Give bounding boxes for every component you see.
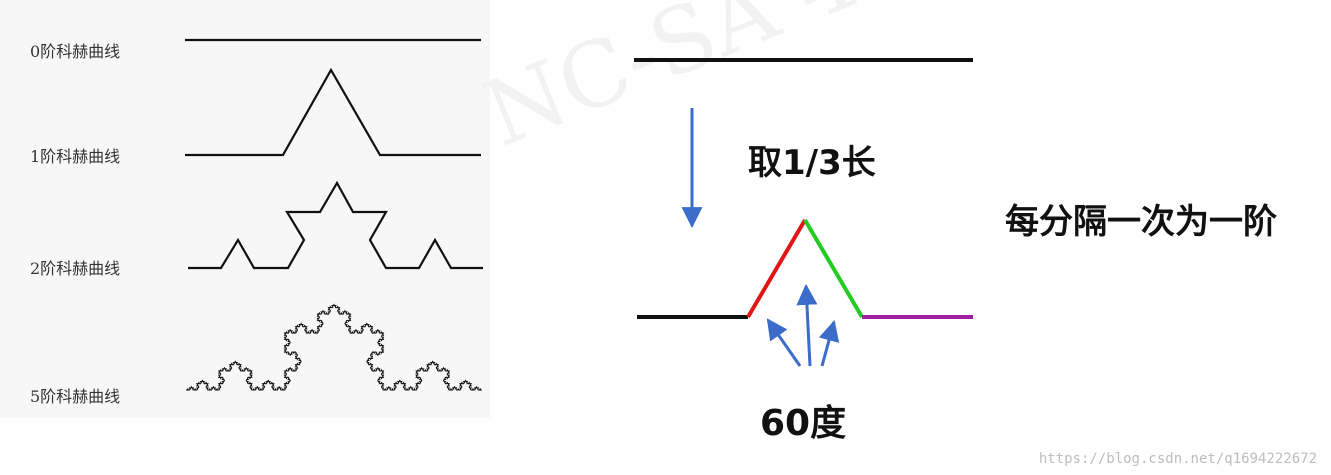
- angle-arrow-middle: [796, 283, 818, 367]
- site-url: https://blog.csdn.net/q1694222672: [1038, 451, 1317, 467]
- angle-arrow-right: [818, 319, 840, 367]
- angle-label: 60度: [760, 403, 847, 444]
- each-division-label: 每分隔一次为一阶: [1005, 202, 1277, 242]
- segment-fall-green: [803, 218, 864, 319]
- take-third-label: 取1/3长: [748, 143, 876, 183]
- angle-arrow-left: [766, 318, 802, 367]
- koch-level-2-curve: [188, 180, 483, 270]
- koch-level-1-curve: [185, 67, 481, 157]
- segment-rise-red: [746, 218, 807, 319]
- koch-level-5-curve: [186, 303, 482, 391]
